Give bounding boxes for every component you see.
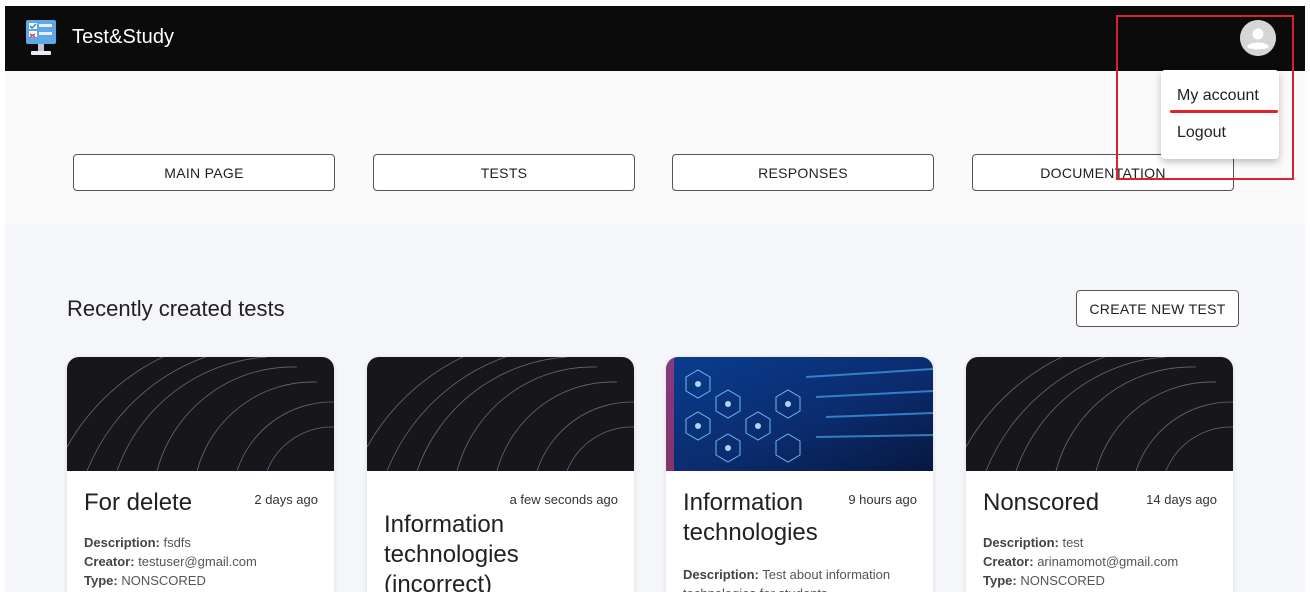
card-timestamp: 2 days ago bbox=[254, 492, 318, 507]
type-label: Type: bbox=[84, 573, 118, 588]
test-card[interactable]: Nonscored 14 days ago Description: test … bbox=[966, 357, 1233, 592]
nav-band: MAIN PAGE TESTS RESPONSES DOCUMENTATION bbox=[5, 71, 1305, 224]
type-value: NONSCORED bbox=[1016, 573, 1105, 588]
description-label: Description: bbox=[983, 535, 1059, 550]
creator-value: testuser@gmail.com bbox=[134, 554, 257, 569]
card-timestamp: 9 hours ago bbox=[848, 492, 917, 507]
app-title[interactable]: Test&Study bbox=[72, 26, 174, 49]
creator-value: arinamomot@gmail.com bbox=[1033, 554, 1179, 569]
highlight-box bbox=[1116, 15, 1294, 180]
description-label: Description: bbox=[84, 535, 160, 550]
description-label: Description: bbox=[683, 567, 759, 582]
computer-monitor-icon[interactable] bbox=[25, 19, 57, 57]
section-title: Recently created tests bbox=[67, 296, 285, 321]
card-title: Information technologies (incorrect) bbox=[384, 511, 519, 592]
card-title: Nonscored bbox=[983, 489, 1100, 516]
creator-label: Creator: bbox=[983, 554, 1034, 569]
description-value: fsdfs bbox=[159, 535, 191, 550]
star-trails-image bbox=[67, 357, 334, 471]
star-trails-image bbox=[367, 357, 634, 471]
card-timestamp: a few seconds ago bbox=[509, 492, 618, 507]
nav-tests-button[interactable]: TESTS bbox=[373, 154, 635, 191]
type-value: NONSCORED bbox=[117, 573, 206, 588]
star-trails-image bbox=[966, 357, 1233, 471]
card-title: Information technologies bbox=[683, 489, 818, 546]
test-card[interactable]: a few seconds ago Information technologi… bbox=[367, 357, 634, 592]
nav-main-page-button[interactable]: MAIN PAGE bbox=[73, 154, 335, 191]
technology-network-image bbox=[666, 357, 933, 471]
test-card[interactable]: Information technologies 9 hours ago Des… bbox=[666, 357, 933, 592]
type-label: Type: bbox=[983, 573, 1017, 588]
card-details: Description: fsdfs Creator: testuser@gma… bbox=[84, 533, 324, 590]
app-frame: Test&Study MAIN PAGE TESTS RESPONSES DOC… bbox=[5, 6, 1305, 592]
creator-label: Creator: bbox=[84, 554, 135, 569]
create-new-test-button[interactable]: CREATE NEW TEST bbox=[1076, 290, 1239, 327]
app-bar: Test&Study bbox=[5, 6, 1305, 71]
card-details: Description: Test about information tech… bbox=[683, 565, 923, 592]
card-details: Description: test Creator: arinamomot@gm… bbox=[983, 533, 1223, 590]
nav-responses-button[interactable]: RESPONSES bbox=[672, 154, 934, 191]
card-title: For delete bbox=[84, 489, 193, 516]
description-value: test bbox=[1058, 535, 1084, 550]
test-card[interactable]: For delete 2 days ago Description: fsdfs… bbox=[67, 357, 334, 592]
card-timestamp: 14 days ago bbox=[1146, 492, 1217, 507]
